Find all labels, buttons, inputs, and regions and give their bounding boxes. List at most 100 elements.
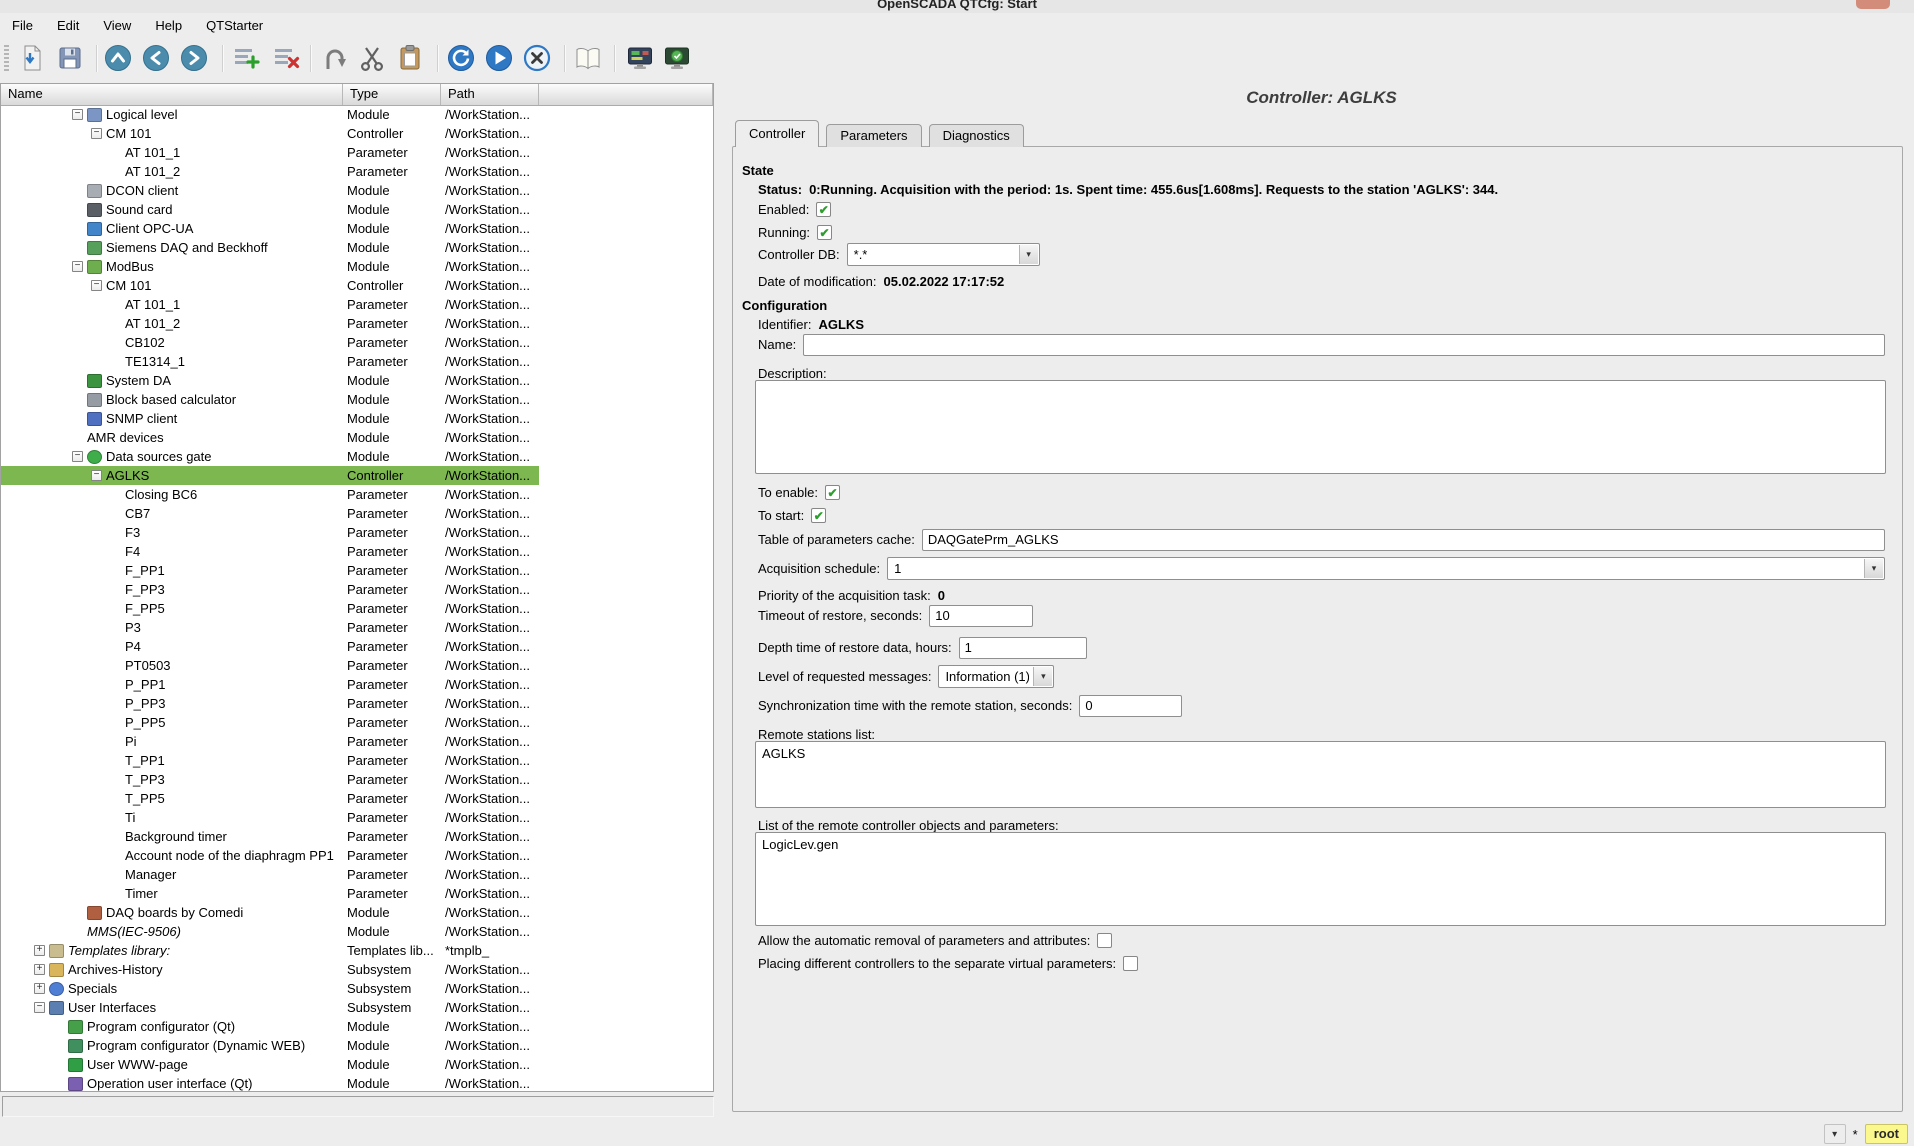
paste-item-button[interactable] <box>392 40 428 76</box>
collapse-marker-icon[interactable]: − <box>72 451 83 462</box>
tree-row-at-101-1[interactable]: AT 101_1Parameter/WorkStation... <box>1 295 713 314</box>
close-button-fragment[interactable] <box>1856 0 1890 9</box>
tree-row-specials[interactable]: +SpecialsSubsystem/WorkStation... <box>1 979 713 998</box>
to-enable-checkbox[interactable]: ✔ <box>825 485 840 500</box>
tab-diagnostics[interactable]: Diagnostics <box>929 124 1024 147</box>
copy-item-button[interactable] <box>316 40 352 76</box>
tab-controller[interactable]: Controller <box>735 120 819 147</box>
go-up-button[interactable] <box>100 40 136 76</box>
tree-row-program-configurator-dynamic-web[interactable]: Program configurator (Dynamic WEB)Module… <box>1 1036 713 1055</box>
tree-row-block-based-calculator[interactable]: Block based calculatorModule/WorkStation… <box>1 390 713 409</box>
tree-row-f4[interactable]: F4Parameter/WorkStation... <box>1 542 713 561</box>
tree-row-client-opc-ua[interactable]: Client OPC-UAModule/WorkStation... <box>1 219 713 238</box>
timeout-restore-input[interactable] <box>929 605 1033 627</box>
tree-header-path[interactable]: Path <box>441 84 539 105</box>
expand-marker-icon[interactable]: + <box>34 964 45 975</box>
tree-row-p4[interactable]: P4Parameter/WorkStation... <box>1 637 713 656</box>
menu-file[interactable]: File <box>0 15 45 36</box>
acquisition-schedule-combo[interactable]: 1 ▾ <box>887 557 1885 580</box>
tree-row-templates-library[interactable]: +Templates library:Templates lib...*tmpl… <box>1 941 713 960</box>
to-start-checkbox[interactable]: ✔ <box>811 508 826 523</box>
tree-row-archives-history[interactable]: +Archives-HistorySubsystem/WorkStation..… <box>1 960 713 979</box>
tree-row-cb102[interactable]: CB102Parameter/WorkStation... <box>1 333 713 352</box>
add-item-button[interactable] <box>228 40 264 76</box>
tree-row-pt0503[interactable]: PT0503Parameter/WorkStation... <box>1 656 713 675</box>
running-checkbox[interactable]: ✔ <box>817 225 832 240</box>
tree-row-te1314-1[interactable]: TE1314_1Parameter/WorkStation... <box>1 352 713 371</box>
depth-restore-input[interactable] <box>959 637 1087 659</box>
tree-row-p-pp5[interactable]: P_PP5Parameter/WorkStation... <box>1 713 713 732</box>
table-cache-input[interactable] <box>922 529 1885 551</box>
tree-row-t-pp1[interactable]: T_PP1Parameter/WorkStation... <box>1 751 713 770</box>
sync-time-input[interactable] <box>1079 695 1182 717</box>
cut-item-button[interactable] <box>354 40 390 76</box>
remote-objects-textarea[interactable]: LogicLev.gen <box>755 832 1886 926</box>
tree-row-closing-bc6[interactable]: Closing BC6Parameter/WorkStation... <box>1 485 713 504</box>
placing-controllers-checkbox[interactable]: ✔ <box>1123 956 1138 971</box>
allow-removal-checkbox[interactable]: ✔ <box>1097 933 1112 948</box>
tree-row-f-pp5[interactable]: F_PP5Parameter/WorkStation... <box>1 599 713 618</box>
toolbar-handle[interactable] <box>4 45 9 73</box>
collapse-marker-icon[interactable]: − <box>91 128 102 139</box>
tree-header-name[interactable]: Name <box>1 84 343 105</box>
expand-marker-icon[interactable]: + <box>34 945 45 956</box>
message-level-select[interactable]: Information (1) ▾ <box>938 665 1054 688</box>
refresh-button[interactable] <box>443 40 479 76</box>
tree-row-account-node-of-the-diaphragm-pp1[interactable]: Account node of the diaphragm PP1Paramet… <box>1 846 713 865</box>
tree-row-t-pp5[interactable]: T_PP5Parameter/WorkStation... <box>1 789 713 808</box>
tree-row-siemens-daq-and-beckhoff[interactable]: Siemens DAQ and BeckhoffModule/WorkStati… <box>1 238 713 257</box>
tree-row-snmp-client[interactable]: SNMP clientModule/WorkStation... <box>1 409 713 428</box>
tree-row-program-configurator-qt[interactable]: Program configurator (Qt)Module/WorkStat… <box>1 1017 713 1036</box>
tree-row-cm-101[interactable]: −CM 101Controller/WorkStation... <box>1 276 713 295</box>
tree-row-cm-101[interactable]: −CM 101Controller/WorkStation... <box>1 124 713 143</box>
tree-row-amr-devices[interactable]: AMR devicesModule/WorkStation... <box>1 428 713 447</box>
tree-row-at-101-2[interactable]: AT 101_2Parameter/WorkStation... <box>1 162 713 181</box>
panel-splitter[interactable] <box>714 83 729 1092</box>
collapse-marker-icon[interactable]: − <box>72 109 83 120</box>
tree-row-at-101-1[interactable]: AT 101_1Parameter/WorkStation... <box>1 143 713 162</box>
collapse-marker-icon[interactable]: − <box>72 261 83 272</box>
collapse-marker-icon[interactable]: − <box>34 1002 45 1013</box>
tree-row-f-pp1[interactable]: F_PP1Parameter/WorkStation... <box>1 561 713 580</box>
qtcfg-configurator-button[interactable] <box>622 40 658 76</box>
status-combo-arrow[interactable]: ▾ <box>1824 1124 1846 1144</box>
tab-parameters[interactable]: Parameters <box>826 124 921 147</box>
stop-updating-button[interactable] <box>519 40 555 76</box>
tree-row-aglks[interactable]: −AGLKSController/WorkStation... <box>1 466 713 485</box>
tree-row-t-pp3[interactable]: T_PP3Parameter/WorkStation... <box>1 770 713 789</box>
tree-row-p-pp1[interactable]: P_PP1Parameter/WorkStation... <box>1 675 713 694</box>
manual-button[interactable] <box>570 40 606 76</box>
tree-row-dcon-client[interactable]: DCON clientModule/WorkStation... <box>1 181 713 200</box>
tree-header-type[interactable]: Type <box>343 84 441 105</box>
controller-db-select[interactable]: *.* ▾ <box>847 243 1040 266</box>
tree-row-sound-card[interactable]: Sound cardModule/WorkStation... <box>1 200 713 219</box>
remote-stations-textarea[interactable]: AGLKS <box>755 741 1886 808</box>
tree-row-user-www-page[interactable]: User WWW-pageModule/WorkStation... <box>1 1055 713 1074</box>
tree-row-pi[interactable]: PiParameter/WorkStation... <box>1 732 713 751</box>
enabled-checkbox[interactable]: ✔ <box>816 202 831 217</box>
tree-row-ti[interactable]: TiParameter/WorkStation... <box>1 808 713 827</box>
tree-row-modbus[interactable]: −ModBusModule/WorkStation... <box>1 257 713 276</box>
collapse-marker-icon[interactable]: − <box>91 470 102 481</box>
tree-row-manager[interactable]: ManagerParameter/WorkStation... <box>1 865 713 884</box>
menu-qtstarter[interactable]: QTStarter <box>194 15 275 36</box>
tree-row-user-interfaces[interactable]: −User InterfacesSubsystem/WorkStation... <box>1 998 713 1017</box>
user-badge[interactable]: root <box>1865 1124 1908 1144</box>
collapse-marker-icon[interactable]: − <box>91 280 102 291</box>
tree-row-data-sources-gate[interactable]: −Data sources gateModule/WorkStation... <box>1 447 713 466</box>
tree-row-logical-level[interactable]: −Logical levelModule/WorkStation... <box>1 105 713 124</box>
tree-row-at-101-2[interactable]: AT 101_2Parameter/WorkStation... <box>1 314 713 333</box>
tree-row-operation-user-interface-qt[interactable]: Operation user interface (Qt)Module/Work… <box>1 1074 713 1091</box>
delete-item-button[interactable] <box>268 40 304 76</box>
tree-row-timer[interactable]: TimerParameter/WorkStation... <box>1 884 713 903</box>
start-updating-button[interactable] <box>481 40 517 76</box>
tree-row-daq-boards-by-comedi[interactable]: DAQ boards by ComediModule/WorkStation..… <box>1 903 713 922</box>
tree-row-p3[interactable]: P3Parameter/WorkStation... <box>1 618 713 637</box>
menu-view[interactable]: View <box>91 15 143 36</box>
save-to-db-button[interactable] <box>52 40 88 76</box>
name-input[interactable] <box>803 334 1885 356</box>
description-textarea[interactable] <box>755 380 1886 474</box>
tree-row-p-pp3[interactable]: P_PP3Parameter/WorkStation... <box>1 694 713 713</box>
tree-row-background-timer[interactable]: Background timerParameter/WorkStation... <box>1 827 713 846</box>
go-forward-button[interactable] <box>176 40 212 76</box>
